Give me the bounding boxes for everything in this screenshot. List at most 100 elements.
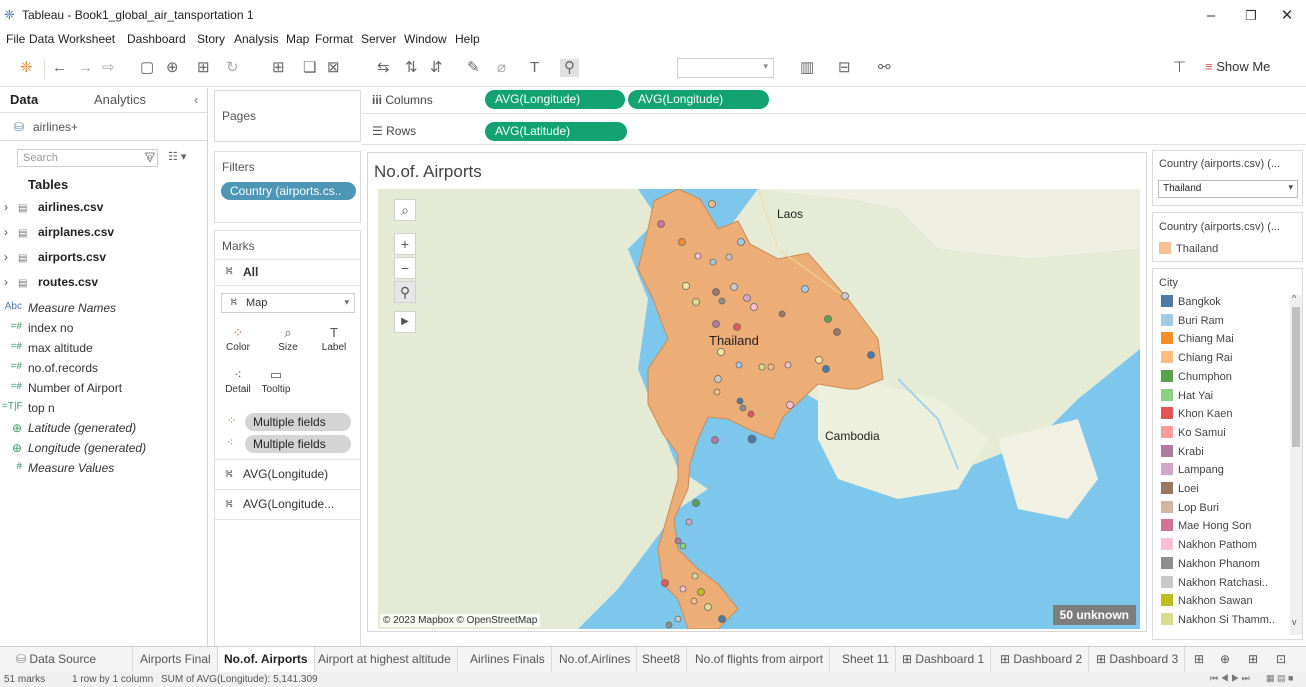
color-field-pill[interactable]: Multiple fields: [245, 413, 351, 431]
table-airports[interactable]: › ▤ airports.csv: [4, 250, 106, 264]
field-measure-values[interactable]: # Measure Values: [16, 461, 114, 475]
tab-airlines-finals[interactable]: Airlines Finals: [464, 647, 552, 672]
menu-data[interactable]: Data: [29, 32, 54, 46]
filter-pill-country[interactable]: Country (airports.cs..: [221, 182, 356, 200]
pin-icon[interactable]: ⊤: [1173, 59, 1186, 77]
legend-scrollbar[interactable]: ^ v: [1290, 293, 1302, 635]
legend-item-city[interactable]: Hat Yai: [1161, 388, 1213, 407]
datasource-name[interactable]: airlines+: [33, 120, 78, 134]
legend-item-city[interactable]: Nakhon Sawan: [1161, 594, 1253, 612]
back-icon[interactable]: ←: [52, 59, 67, 77]
tab-sheet8[interactable]: Sheet8: [636, 647, 688, 672]
legend-item-city[interactable]: Nakhon Ratchasi..: [1161, 575, 1268, 594]
sort-desc-icon[interactable]: ⇵: [430, 59, 443, 77]
minimize-button[interactable]: –: [1196, 6, 1226, 26]
refresh-icon[interactable]: ↻: [226, 59, 239, 77]
field-max-altitude[interactable]: =# max altitude: [11, 341, 93, 355]
group-icon[interactable]: ⌀: [497, 59, 506, 77]
legend-item-city[interactable]: Lampang: [1161, 463, 1224, 481]
tab-dashboard-3[interactable]: ⊞ Dashboard 3: [1090, 647, 1186, 672]
sheet-nav-icons[interactable]: ⏮ ◀ ▶ ⏭: [1210, 673, 1250, 684]
fix-axes-icon[interactable]: ⚲: [560, 59, 579, 77]
columns-pill-longitude-2[interactable]: AVG(Longitude): [628, 90, 769, 109]
marks-all-label[interactable]: All: [243, 265, 258, 279]
legend-item-city[interactable]: Buri Ram: [1161, 313, 1224, 332]
field-top-n[interactable]: =T|F top n: [2, 401, 55, 415]
redo-icon[interactable]: ⇨: [102, 59, 115, 77]
legend-item-city[interactable]: Chiang Mai: [1161, 332, 1234, 350]
menu-window[interactable]: Window: [404, 32, 447, 46]
legend-item-city[interactable]: Krabi: [1161, 444, 1204, 463]
detail-field-pill[interactable]: Multiple fields: [245, 435, 351, 453]
forward-icon[interactable]: →: [78, 59, 93, 77]
tab-no-of-airports[interactable]: No.of. Airports: [218, 647, 315, 672]
tab-dashboard-1[interactable]: ⊞ Dashboard 1: [896, 647, 992, 672]
mark-type-dropdown[interactable]: ⛕ Map ▾: [221, 293, 355, 313]
table-airplanes[interactable]: › ▤ airplanes.csv: [4, 225, 114, 239]
tab-dashboard-2[interactable]: ⊞ Dashboard 2: [994, 647, 1090, 672]
tooltip-button[interactable]: ▭ Tooltip: [259, 363, 293, 399]
close-button[interactable]: ✕: [1272, 6, 1302, 26]
view-options-icon[interactable]: ☷ ▾: [168, 150, 186, 163]
marks-section-longitude-2[interactable]: AVG(Longitude...: [243, 497, 334, 511]
search-field[interactable]: Search ⌕: [17, 149, 158, 167]
fit-dropdown[interactable]: ▾: [677, 58, 774, 78]
pan-tool-button[interactable]: ⚲: [394, 281, 416, 303]
save-icon[interactable]: ▢: [140, 59, 154, 77]
tab-sheet-11[interactable]: Sheet 11: [836, 647, 897, 672]
view-mode-icons[interactable]: ▦ ▤ ■: [1266, 673, 1293, 684]
presentation-mode-icon[interactable]: ▥: [800, 59, 814, 77]
menu-help[interactable]: Help: [455, 32, 480, 46]
legend-item-city[interactable]: Loei: [1161, 482, 1199, 500]
legend-item-city[interactable]: Mae Hong Son: [1161, 519, 1251, 537]
detail-button[interactable]: ⁖ Detail: [221, 363, 255, 399]
map-attribution[interactable]: © 2023 Mapbox © OpenStreetMap: [380, 614, 541, 627]
expand-toolbar-button[interactable]: ▶: [394, 311, 416, 333]
legend-item-city[interactable]: Lop Buri: [1161, 500, 1219, 519]
collapse-pane-icon[interactable]: ‹: [194, 88, 198, 112]
tab-airport-highest-altitude[interactable]: Airport at highest altitude: [312, 647, 458, 672]
new-dashboard-add-icon[interactable]: ⊞: [1242, 647, 1264, 672]
tab-no-of-airlines[interactable]: No.of.Airlines: [553, 647, 638, 672]
field-no-of-records[interactable]: =# no.of.records: [11, 361, 98, 375]
columns-shelf[interactable]: iii Columns AVG(Longitude) AVG(Longitude…: [362, 88, 1306, 114]
legend-item-city[interactable]: Nakhon Si Thamm..: [1161, 612, 1275, 631]
country-filter-dropdown[interactable]: Thailand ▾: [1158, 180, 1298, 198]
map-view[interactable]: Laos Thailand Cambodia ⌕ + − ⚲ ▶ © 2023 …: [378, 189, 1140, 629]
new-dashboard-icon[interactable]: ⊞: [1188, 647, 1210, 672]
new-datasource-icon[interactable]: ⊕: [166, 59, 179, 77]
filter-icon[interactable]: ▽: [145, 149, 155, 165]
legend-item-thailand[interactable]: Thailand: [1159, 242, 1218, 260]
scroll-thumb[interactable]: [1292, 307, 1300, 447]
labels-icon[interactable]: T: [530, 59, 539, 77]
map-search-button[interactable]: ⌕: [394, 199, 416, 221]
legend-item-city[interactable]: Chiang Rai: [1161, 351, 1232, 369]
rows-shelf[interactable]: ☰ Rows AVG(Latitude): [362, 119, 1306, 145]
marks-section-longitude[interactable]: AVG(Longitude): [243, 467, 328, 481]
size-button[interactable]: ⌕ Size: [271, 321, 305, 357]
field-measure-names[interactable]: Abc Measure Names: [5, 301, 116, 315]
present-icon[interactable]: ⊟: [838, 59, 851, 77]
field-number-of-airport[interactable]: =# Number of Airport: [11, 381, 122, 395]
new-sheet-icon[interactable]: ⊞: [197, 59, 210, 77]
color-button[interactable]: ⁘ Color: [221, 321, 255, 357]
columns-pill-longitude[interactable]: AVG(Longitude): [485, 90, 625, 109]
legend-item-city[interactable]: Ko Samui: [1161, 425, 1226, 444]
legend-item-city[interactable]: Bangkok: [1161, 295, 1221, 313]
zoom-out-button[interactable]: −: [394, 257, 416, 279]
field-latitude-generated[interactable]: ⊕ Latitude (generated): [12, 421, 136, 435]
menu-analysis[interactable]: Analysis: [234, 32, 279, 46]
menu-dashboard[interactable]: Dashboard: [127, 32, 186, 46]
field-longitude-generated[interactable]: ⊕ Longitude (generated): [12, 441, 146, 455]
menu-story[interactable]: Story: [197, 32, 225, 46]
legend-item-city[interactable]: Khon Kaen: [1161, 407, 1232, 425]
tab-analytics[interactable]: Analytics: [94, 88, 146, 112]
tab-data-source[interactable]: ⛁ Data Source: [10, 647, 133, 672]
sort-asc-icon[interactable]: ⇅: [405, 59, 418, 77]
label-button[interactable]: T Label: [317, 321, 351, 357]
legend-item-city[interactable]: Nakhon Phanom: [1161, 556, 1260, 575]
scroll-down-icon[interactable]: v: [1292, 617, 1297, 627]
menu-server[interactable]: Server: [361, 32, 396, 46]
legend-item-city[interactable]: Nakhon Pathom: [1161, 538, 1257, 556]
duplicate-icon[interactable]: ❏: [303, 59, 316, 77]
